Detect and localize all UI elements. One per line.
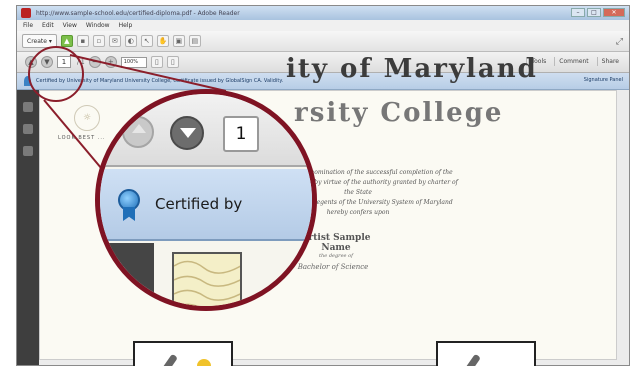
navigation-pane [17,90,39,365]
select-icon[interactable]: ↖ [140,35,153,47]
magnified-next-page-icon[interactable] [170,116,204,150]
signature-mark [458,353,481,366]
menu-file[interactable]: File [23,22,33,29]
magnified-certified-text: Certified by [155,195,243,213]
expand-icon[interactable]: ⤢ [616,37,623,47]
signature-block-right [436,341,536,366]
university-name-line2: rsity College [294,98,504,128]
hand-icon[interactable]: ✋ [156,35,169,47]
magnified-navigation-pane [100,243,154,306]
comment-icon[interactable]: ◐ [124,35,137,47]
create-label: Create ▾ [27,37,52,45]
magnified-page-number[interactable]: 1 [223,116,259,152]
signatures-icon[interactable] [23,146,33,156]
magnified-previous-page-icon[interactable] [122,116,154,148]
single-page-icon[interactable]: ▯ [150,56,163,68]
seal-caption: LOOK BEST ... [58,135,106,141]
task-pane-links: Tools Comment Share [526,57,623,66]
app-icon [21,8,31,18]
print-icon[interactable]: ▫ [92,35,105,47]
pages-icon[interactable] [23,102,33,112]
open-icon[interactable]: ▲ [60,35,73,47]
maximize-button[interactable]: □ [587,8,601,17]
menu-view[interactable]: View [63,22,77,29]
two-page-icon[interactable]: ▯ [166,56,179,68]
save-icon[interactable]: ▪ [76,35,89,47]
minimize-button[interactable]: – [571,8,585,17]
magnified-certification-bar: Certified by [100,169,312,241]
magnifier-callout: 1 Certified by [95,89,317,311]
attachments-icon[interactable] [23,124,33,134]
fit-width-icon[interactable]: ▤ [188,35,201,47]
title-bar: http://www.sample-school.edu/certified-d… [17,6,629,20]
menu-help[interactable]: Help [119,22,133,29]
seal-mark [197,359,211,366]
main-toolbar: Create ▾ ▲ ▪ ▫ ✉ ◐ ↖ ✋ ▣ ▤ ⤢ [17,31,629,52]
window-title: http://www.sample-school.edu/certified-d… [36,9,240,17]
menu-window[interactable]: Window [86,22,110,29]
menu-bar: File Edit View Window Help [17,20,629,31]
degree-prefix: the degree of [319,253,353,259]
signature-panel-button[interactable]: Signature Panel [584,77,623,83]
signature-mark [155,353,178,366]
email-icon[interactable]: ✉ [108,35,121,47]
comment-link[interactable]: Comment [554,57,592,66]
window-controls: – □ ✕ [571,8,625,17]
share-link[interactable]: Share [596,57,623,66]
magnified-certified-ribbon-icon [118,189,140,221]
magnified-toolbar: 1 [100,94,312,167]
close-button[interactable]: ✕ [603,8,625,17]
fit-page-icon[interactable]: ▣ [172,35,185,47]
university-name-line1: ity of Maryland [286,54,538,84]
menu-edit[interactable]: Edit [42,22,54,29]
signature-block-left [133,341,233,366]
magnified-page-thumbnail[interactable] [172,252,242,306]
university-seal-icon: ☼ [74,105,100,131]
